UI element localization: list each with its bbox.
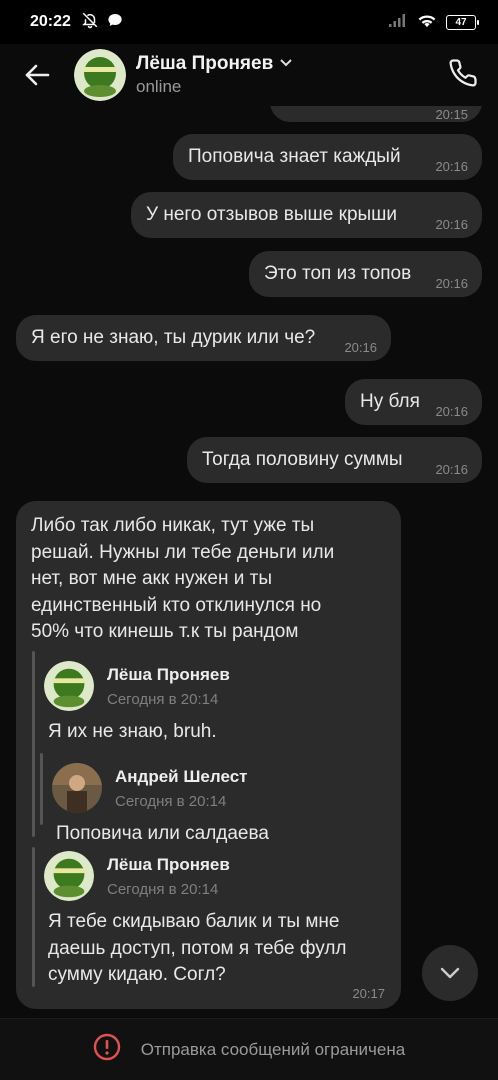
forwarded-text: Я их не знаю, bruh.: [48, 721, 217, 742]
message-time: 20:16: [435, 462, 468, 477]
message-bubble[interactable]: Я его не знаю, ты дурик или че? 20:16: [16, 315, 391, 361]
messaging-restricted-bar: Отправка сообщений ограничена: [0, 1018, 498, 1080]
message-list[interactable]: 20:15 Поповича знает каждый 20:16 У него…: [0, 106, 498, 1018]
arrow-left-icon: [25, 64, 50, 86]
signal-icon: [388, 12, 408, 33]
contact-status: online: [136, 77, 182, 96]
message-time: 20:15: [435, 107, 468, 122]
forwarded-author[interactable]: Андрей Шелест: [115, 767, 247, 787]
contact-name: Лёша Проняев: [136, 53, 274, 74]
contact-info[interactable]: Лёша Проняев online: [136, 53, 293, 97]
message-time: 20:17: [352, 986, 385, 1001]
chat-header: Лёша Проняев online: [0, 44, 498, 106]
forwarded-date: Сегодня в 20:14: [107, 691, 219, 708]
message-time: 20:16: [435, 159, 468, 174]
message-bubble[interactable]: Ну бля 20:16: [345, 379, 482, 425]
forwarded-text: Поповича или салдаева: [56, 823, 269, 844]
message-bubble[interactable]: Тогда половину суммы 20:16: [187, 437, 482, 483]
phone-icon: [449, 59, 477, 87]
battery-level: 47: [455, 16, 467, 28]
message-text: Это топ из топов: [264, 263, 412, 284]
back-button[interactable]: [22, 60, 52, 90]
forwarded-date: Сегодня в 20:14: [107, 881, 219, 898]
avatar[interactable]: [74, 49, 126, 101]
message-text: Либо так либо никак, тут уже ты решай. Н…: [31, 515, 335, 642]
quote-bar: [32, 847, 35, 987]
message-time: 20:16: [435, 404, 468, 419]
quote-bar-nested: [40, 753, 43, 825]
scroll-down-button[interactable]: [422, 945, 478, 1001]
message-bubble[interactable]: 20:15: [270, 106, 482, 122]
message-text: Поповича знает каждый: [188, 146, 401, 167]
call-button[interactable]: [446, 56, 480, 90]
chat-screen: 20:22 47 Лёша Проняев online 20:15 Попов…: [0, 0, 498, 1080]
message-time: 20:16: [344, 340, 377, 355]
wifi-icon: [416, 12, 438, 33]
chevron-down-icon: [279, 55, 293, 73]
status-time: 20:22: [30, 13, 71, 30]
message-time: 20:16: [435, 276, 468, 291]
message-text: Тогда половину суммы: [202, 449, 403, 470]
quote-bar: [32, 651, 35, 837]
chevron-down-icon: [440, 967, 460, 979]
message-bubble[interactable]: Поповича знает каждый 20:16: [173, 134, 482, 180]
warning-icon: [93, 1033, 121, 1066]
chat-bubble-icon: [107, 12, 123, 33]
battery-icon: 47: [446, 14, 479, 30]
forwarded-author[interactable]: Лёша Проняев: [107, 665, 230, 685]
bell-off-icon: [81, 11, 99, 34]
message-bubble[interactable]: У него отзывов выше крыши 20:16: [131, 192, 482, 238]
forwarded-avatar[interactable]: [52, 763, 102, 813]
status-bar: 20:22 47: [0, 0, 498, 44]
message-time: 20:16: [435, 217, 468, 232]
forwarded-author[interactable]: Лёша Проняев: [107, 855, 230, 875]
restriction-text: Отправка сообщений ограничена: [140, 1039, 406, 1059]
message-text: У него отзывов выше крыши: [146, 204, 398, 225]
message-text: Я его не знаю, ты дурик или че?: [31, 327, 316, 348]
forwarded-avatar[interactable]: [44, 661, 94, 711]
message-text: Ну бля: [360, 391, 420, 412]
forwarded-date: Сегодня в 20:14: [115, 793, 227, 810]
message-bubble[interactable]: Это топ из топов 20:16: [249, 251, 482, 297]
forwarded-avatar[interactable]: [44, 851, 94, 901]
message-bubble-forwarded[interactable]: Либо так либо никак, тут уже ты решай. Н…: [16, 501, 401, 1009]
forwarded-text: Я тебе скидываю балик и ты мне даешь дос…: [48, 911, 347, 985]
